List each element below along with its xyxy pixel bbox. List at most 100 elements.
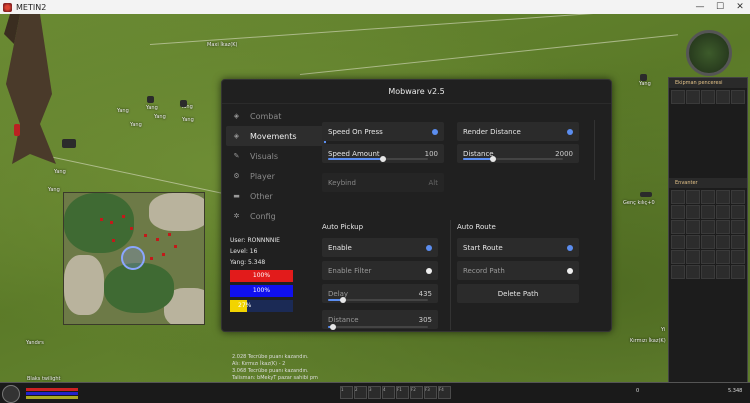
mob-wolf[interactable] bbox=[147, 96, 154, 103]
speed-amount-track[interactable] bbox=[328, 156, 428, 162]
hp-bar: 100% bbox=[230, 270, 293, 282]
auto-route-title: Auto Route bbox=[457, 223, 496, 231]
column-divider bbox=[450, 220, 451, 330]
npc-name-label: Yang bbox=[639, 81, 651, 87]
terrain-path bbox=[39, 154, 236, 197]
speed-amount-slider[interactable]: Speed Amount 100 bbox=[322, 144, 444, 163]
user-info: User: RONNNNIE Level: 16 Yang: 5.348 bbox=[230, 235, 294, 268]
render-distance-value: 2000 bbox=[555, 149, 573, 158]
sidebar-item-other[interactable]: ▬ Other bbox=[226, 186, 326, 206]
npc-name-label: Maxi İkaz(K) bbox=[207, 42, 238, 48]
npc-name-label: Yang bbox=[130, 122, 142, 128]
sidebar-item-label: Other bbox=[250, 191, 273, 201]
player-position-marker bbox=[121, 246, 145, 270]
npc-name-label: Yang bbox=[117, 108, 129, 114]
user-yang: Yang: 5.348 bbox=[230, 259, 266, 266]
skill-slot[interactable]: 2 bbox=[354, 386, 367, 399]
sidebar-item-combat[interactable]: ◈ Combat bbox=[226, 106, 326, 126]
render-distance-track[interactable] bbox=[463, 156, 563, 162]
terrain-path bbox=[299, 34, 678, 75]
record-path-label: Record Path bbox=[463, 266, 505, 275]
folder-icon: ▬ bbox=[233, 192, 240, 200]
scrollbar[interactable] bbox=[594, 120, 595, 180]
keybind-label: Keybind bbox=[328, 178, 356, 187]
keybind-selector[interactable]: Keybind Alt bbox=[322, 173, 444, 192]
toggle-on-icon bbox=[567, 128, 573, 135]
delay-value: 435 bbox=[418, 289, 432, 298]
chat-line: Alı: Kırmızı İkaz(K) - 2 bbox=[232, 361, 286, 367]
equipment-slots[interactable] bbox=[669, 88, 747, 178]
delete-path-button[interactable]: Delete Path bbox=[457, 284, 579, 303]
mobware-window[interactable]: Mobware v2.5 ◈ Combat ◈ Movements ✎ Visuals ⚙ P… bbox=[221, 79, 612, 332]
skill-slot[interactable]: F1 bbox=[396, 386, 409, 399]
inventory-grid[interactable] bbox=[669, 188, 747, 281]
area-map-overlay[interactable] bbox=[63, 192, 205, 325]
record-path-toggle[interactable]: Record Path bbox=[457, 261, 579, 280]
exp-bar: 27% bbox=[230, 300, 293, 312]
render-distance-label: Render Distance bbox=[463, 127, 521, 136]
pickup-distance-slider[interactable]: Distance 305 bbox=[322, 310, 438, 330]
enable-label: Enable bbox=[328, 243, 352, 252]
skill-slot[interactable]: F4 bbox=[438, 386, 451, 399]
start-route-toggle[interactable]: Start Route bbox=[457, 238, 579, 257]
skill-slot[interactable]: 4 bbox=[382, 386, 395, 399]
sidebar-item-player[interactable]: ⚙ Player bbox=[226, 166, 326, 186]
start-route-label: Start Route bbox=[463, 243, 503, 252]
inventory-panel[interactable]: Ekipman penceresi Envanter bbox=[668, 77, 748, 403]
npc-name-label: Yandırs bbox=[26, 340, 44, 346]
mobware-sidebar: ◈ Combat ◈ Movements ✎ Visuals ⚙ Player ▬ Other ✲ C… bbox=[226, 106, 326, 226]
mobware-content: Speed On Press Speed Amount 100 Keybind … bbox=[322, 120, 611, 331]
sidebar-item-movements[interactable]: ◈ Movements bbox=[226, 126, 326, 146]
speed-amount-label: Speed Amount bbox=[328, 149, 380, 158]
sidebar-item-label: Visuals bbox=[250, 151, 279, 161]
skill-slot[interactable]: 1 bbox=[340, 386, 353, 399]
speed-on-press-toggle[interactable]: Speed On Press bbox=[322, 122, 444, 141]
skill-slot[interactable]: 3 bbox=[368, 386, 381, 399]
auto-pickup-title: Auto Pickup bbox=[322, 223, 364, 231]
speed-amount-value: 100 bbox=[424, 149, 438, 158]
sidebar-item-label: Config bbox=[250, 211, 276, 221]
skill-slot[interactable]: F2 bbox=[410, 386, 423, 399]
window-title: METIN2 bbox=[16, 2, 47, 12]
minimap[interactable] bbox=[686, 30, 732, 76]
enable-filter-toggle[interactable]: Enable Filter bbox=[322, 261, 438, 280]
pen-icon: ✎ bbox=[233, 152, 240, 160]
user-level: Level: 16 bbox=[230, 248, 258, 255]
app-icon bbox=[3, 2, 12, 12]
maximize-button[interactable]: ☐ bbox=[710, 0, 730, 14]
npc-name-label: Yang bbox=[54, 169, 66, 175]
render-distance-toggle[interactable]: Render Distance bbox=[457, 122, 579, 141]
sp-percent: 100% bbox=[252, 287, 271, 294]
toggle-off-icon bbox=[426, 267, 432, 274]
status-bars bbox=[26, 388, 78, 400]
pickup-distance-track[interactable] bbox=[328, 324, 428, 330]
skill-slot[interactable]: F3 bbox=[424, 386, 437, 399]
chat-line: Talisman: bMekyT pazar sahibi pm bbox=[232, 375, 318, 381]
gear-icon: ⚙ bbox=[233, 172, 240, 180]
mob-boar[interactable] bbox=[62, 139, 76, 148]
character-portrait[interactable] bbox=[2, 385, 20, 403]
npc-name-label: Yang bbox=[154, 114, 166, 120]
delay-slider[interactable]: Delay 435 bbox=[322, 284, 438, 303]
sidebar-item-visuals[interactable]: ✎ Visuals bbox=[226, 146, 326, 166]
player-character[interactable] bbox=[14, 124, 20, 136]
pickup-distance-label: Distance bbox=[328, 315, 359, 324]
delete-path-label: Delete Path bbox=[497, 289, 539, 298]
minimize-button[interactable]: — bbox=[690, 0, 710, 14]
skill-slots[interactable]: 1 2 3 4 F1 F2 F3 F4 bbox=[340, 386, 451, 399]
chat-line: 2.028 Tecrübe puanı kazandın. bbox=[232, 354, 309, 360]
close-button[interactable]: ✕ bbox=[730, 0, 750, 14]
sidebar-item-label: Combat bbox=[250, 111, 282, 121]
auto-pickup-enable-toggle[interactable]: Enable bbox=[322, 238, 438, 257]
mob-wolf[interactable] bbox=[180, 100, 187, 107]
shield-icon: ◈ bbox=[233, 132, 240, 140]
sidebar-item-label: Player bbox=[250, 171, 275, 181]
equipment-window-title: Ekipman penceresi bbox=[669, 78, 747, 88]
mob-wolf[interactable] bbox=[640, 74, 647, 81]
exp-percent: 27% bbox=[238, 302, 252, 309]
delay-track[interactable] bbox=[328, 297, 428, 303]
sidebar-item-config[interactable]: ✲ Config bbox=[226, 206, 326, 226]
render-distance-slider[interactable]: Distance 2000 bbox=[457, 144, 579, 163]
keybind-value: Alt bbox=[428, 178, 438, 187]
mob-item[interactable] bbox=[640, 192, 652, 197]
